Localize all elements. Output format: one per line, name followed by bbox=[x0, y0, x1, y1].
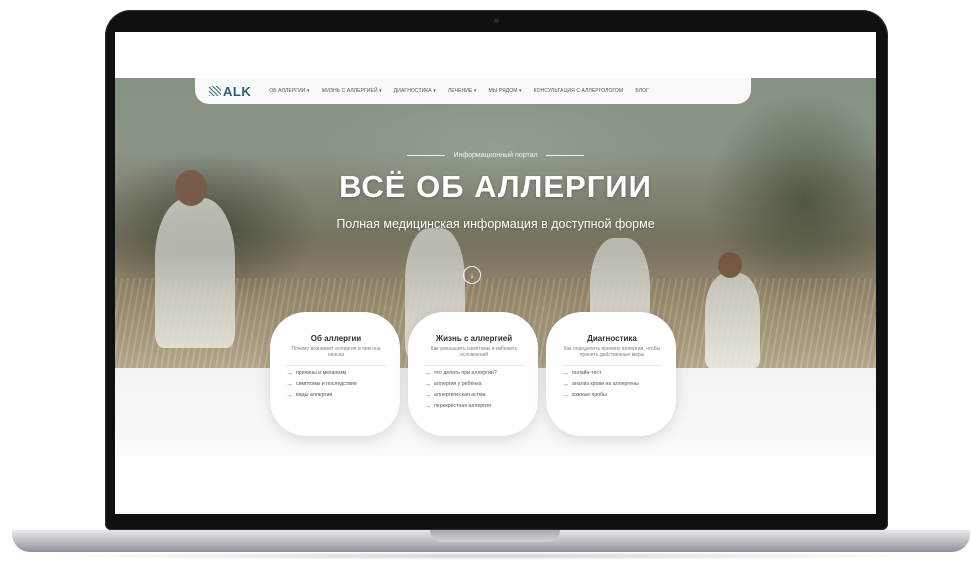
card-link-label: анализ крови на аллергены bbox=[572, 381, 639, 387]
nav-item-life-with-allergy[interactable]: ЖИЗНЬ С АЛЛЕРГИЕЙ ▾ bbox=[322, 88, 382, 94]
card-link[interactable]: → что делать при аллергии? bbox=[424, 370, 524, 377]
card-link[interactable]: → аллергическая астма bbox=[424, 392, 524, 399]
portal-label-text: Информационный портал bbox=[453, 152, 538, 159]
nav-item-blog[interactable]: БЛОГ bbox=[635, 88, 649, 94]
card-title: Диагностика bbox=[587, 334, 637, 343]
logo-text: ALK bbox=[223, 83, 252, 99]
card-link-label: что делать при аллергии? bbox=[434, 370, 497, 376]
card-title: Жизнь с аллергией bbox=[435, 334, 513, 343]
card-title: Об аллергии bbox=[310, 334, 362, 343]
card-link[interactable]: → аллергия у ребёнка bbox=[424, 381, 524, 388]
card-link[interactable]: → виды аллергии bbox=[286, 392, 386, 399]
card-divider bbox=[562, 364, 662, 366]
hero-title: ВСЁ ОБ АЛЛЕРГИИ bbox=[339, 169, 652, 204]
nav-item-consultation[interactable]: КОНСУЛЬТАЦИЯ С АЛЛЕРГОЛОГОМ bbox=[534, 88, 624, 94]
portal-rule-right bbox=[545, 155, 584, 156]
arrow-right-icon: → bbox=[424, 380, 431, 388]
arrow-right-icon: → bbox=[286, 391, 293, 399]
card-link-label: аллергическая астма bbox=[434, 392, 486, 398]
arrow-right-icon: → bbox=[286, 369, 293, 377]
card-link-label: онлайн-тест bbox=[572, 370, 602, 376]
card-description: Почему возникает аллергия и чем она опас… bbox=[291, 346, 381, 359]
card-link-label: кожные пробы bbox=[572, 392, 607, 398]
card-link-label: симптомы и последствия bbox=[296, 381, 357, 387]
hero-text: Информационный портал ВСЁ ОБ АЛЛЕРГИИ По… bbox=[115, 152, 876, 231]
card-link-label: перекрёстная аллергия bbox=[434, 403, 491, 409]
card-link[interactable]: → кожные пробы bbox=[562, 392, 662, 399]
portal-rule-left bbox=[407, 155, 446, 156]
laptop-shadow bbox=[40, 552, 940, 560]
arrow-right-icon: → bbox=[424, 402, 431, 410]
nav-item-about-allergy[interactable]: ОБ АЛЛЕРГИИ ▾ bbox=[269, 88, 309, 94]
arrow-right-icon: → bbox=[562, 369, 569, 377]
card-link-label: аллергия у ребёнка bbox=[434, 381, 482, 387]
hero-subtitle: Полная медицинская информация в доступно… bbox=[336, 217, 655, 231]
card-link[interactable]: → анализ крови на аллергены bbox=[562, 381, 662, 388]
nav-item-treatment[interactable]: ЛЕЧЕНИЕ ▾ bbox=[448, 88, 477, 94]
card-divider bbox=[424, 364, 524, 366]
card-link[interactable]: → симптомы и последствия bbox=[286, 381, 386, 388]
card-description: Как определить причину аллергии, чтобы п… bbox=[563, 346, 661, 359]
arrow-right-icon: → bbox=[424, 391, 431, 399]
card-link[interactable]: → причины и механизм bbox=[286, 370, 386, 377]
arrow-right-icon: → bbox=[562, 391, 569, 399]
arrow-right-icon: → bbox=[562, 380, 569, 388]
camera-icon bbox=[494, 18, 499, 23]
card-link-label: виды аллергии bbox=[296, 392, 333, 398]
card-life-with-allergy[interactable]: Жизнь с аллергией Как уменьшить симптомы… bbox=[408, 312, 538, 436]
scroll-down-button[interactable]: ↓ bbox=[463, 266, 481, 284]
nav-item-diagnostics[interactable]: ДИАГНОСТИКА ▾ bbox=[394, 88, 436, 94]
hero-figure bbox=[705, 273, 760, 368]
card-diagnostics[interactable]: Диагностика Как определить причину аллер… bbox=[546, 312, 676, 436]
arrow-down-circle-icon: ↓ bbox=[469, 270, 475, 280]
card-divider bbox=[286, 364, 386, 366]
arrow-right-icon: → bbox=[286, 380, 293, 388]
laptop-notch bbox=[430, 530, 560, 542]
hero-figure-head bbox=[718, 252, 742, 278]
card-about-allergy[interactable]: Об аллергии Почему возникает аллергия и … bbox=[270, 312, 400, 436]
card-link-label: причины и механизм bbox=[296, 370, 347, 376]
card-link[interactable]: → перекрёстная аллергия bbox=[424, 403, 524, 410]
nav-item-nearby[interactable]: МЫ РЯДОМ ▾ bbox=[488, 88, 521, 94]
logo-mark-icon bbox=[209, 86, 221, 96]
portal-label: Информационный портал bbox=[115, 152, 876, 159]
alk-logo[interactable]: ALK bbox=[209, 84, 251, 99]
arrow-right-icon: → bbox=[424, 369, 431, 377]
laptop-screen: ALK ОБ АЛЛЕРГИИ ▾ ЖИЗНЬ С АЛЛЕРГИЕЙ ▾ ДИ… bbox=[115, 32, 876, 514]
card-link[interactable]: → онлайн-тест bbox=[562, 370, 662, 377]
card-description: Как уменьшить симптомы и избежать осложн… bbox=[430, 346, 518, 359]
top-navigation: ALK ОБ АЛЛЕРГИИ ▾ ЖИЗНЬ С АЛЛЕРГИЕЙ ▾ ДИ… bbox=[195, 78, 751, 104]
